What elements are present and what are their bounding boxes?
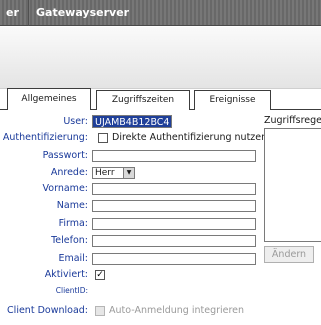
activated-checkbox[interactable]: ✓	[95, 270, 105, 280]
tab-allgemeines[interactable]: Allgemeines	[7, 88, 91, 110]
phone-label: Telefon:	[51, 235, 88, 246]
auto-login-checkbox-label: Auto-Anmeldung integrieren	[109, 305, 245, 316]
company-label: Firma:	[58, 218, 88, 229]
email-label: Email:	[58, 253, 88, 264]
lastname-field[interactable]	[92, 200, 256, 212]
salutation-label: Anrede:	[50, 167, 88, 178]
previous-tab-title[interactable]: er	[6, 0, 19, 26]
password-field[interactable]	[92, 150, 256, 162]
auth-label: Authentifizierung:	[2, 132, 88, 143]
direct-auth-checkbox[interactable]	[98, 133, 108, 143]
lastname-label: Name:	[56, 200, 88, 211]
firstname-field[interactable]	[92, 183, 256, 195]
change-button[interactable]: Ändern	[264, 246, 314, 263]
access-rules-list[interactable]	[264, 128, 321, 242]
firstname-label: Vorname:	[42, 183, 88, 194]
title-bar: er Gatewayserver	[0, 0, 321, 26]
email-field[interactable]	[92, 253, 256, 265]
activated-label: Aktiviert:	[44, 269, 88, 280]
tab-zugriffszeiten[interactable]: Zugriffszeiten	[96, 90, 190, 110]
clientid-label: ClientID:	[55, 286, 88, 295]
direct-auth-checkbox-label: Direkte Authentifizierung nutzen	[112, 132, 268, 143]
tab-ereignisse[interactable]: Ereignisse	[194, 90, 271, 110]
user-value[interactable]: UJAMB4B12BC4	[92, 115, 173, 128]
client-download-label: Client Download:	[7, 305, 88, 316]
access-rules-title: Zugriffsregeln	[264, 115, 321, 126]
tab-strip: Allgemeines Zugriffszeiten Ereignisse	[0, 88, 321, 110]
phone-field[interactable]	[92, 235, 256, 247]
toolbar-area	[0, 27, 321, 89]
password-label: Passwort:	[42, 150, 88, 161]
user-label: User:	[63, 116, 88, 127]
company-field[interactable]	[92, 218, 256, 230]
window-title: Gatewayserver	[36, 6, 130, 19]
salutation-select[interactable]: Herr ▼	[92, 167, 135, 179]
salutation-value: Herr	[95, 168, 115, 178]
title-divider	[28, 0, 29, 26]
chevron-down-icon[interactable]: ▼	[123, 168, 134, 178]
auto-login-checkbox[interactable]	[95, 306, 105, 316]
